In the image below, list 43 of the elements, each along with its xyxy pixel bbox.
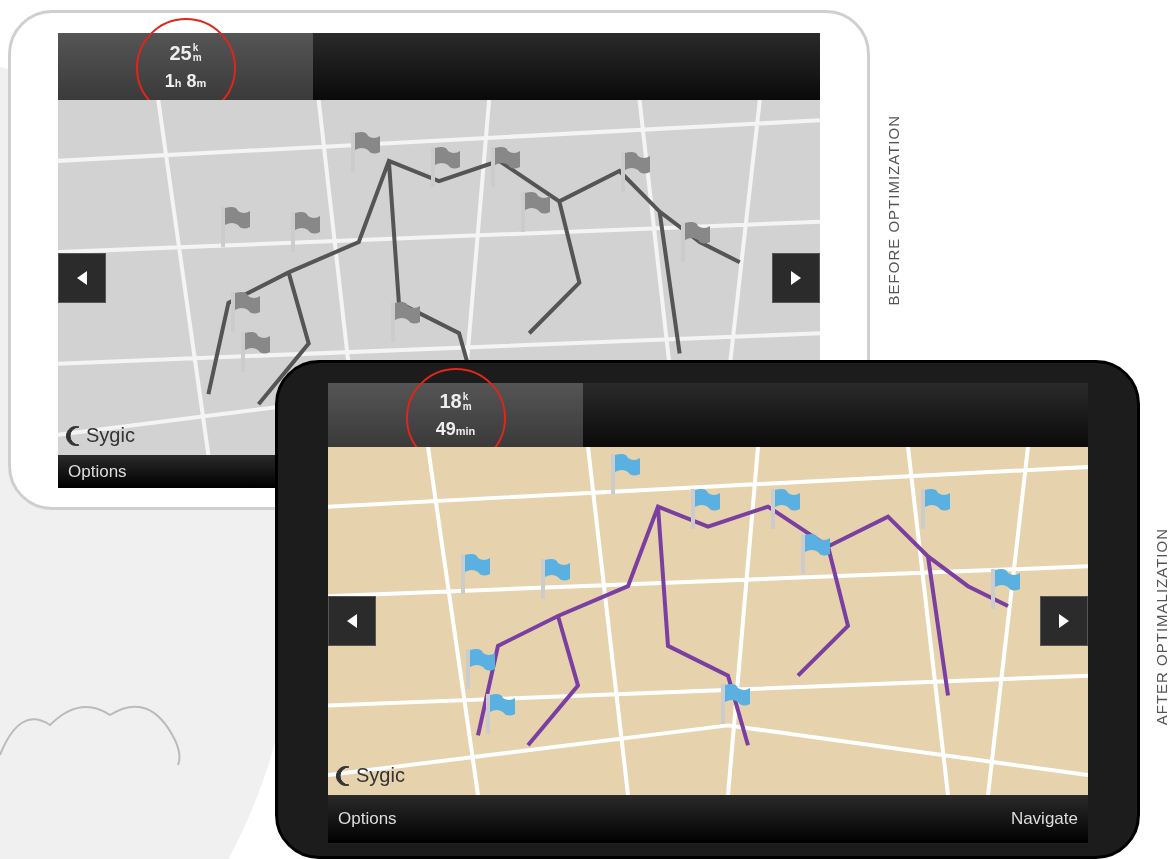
flag-icon [388, 300, 422, 344]
logo-text: Sygic [356, 764, 405, 787]
flag-icon [618, 150, 652, 194]
softkey-button[interactable]: Navigate [1008, 805, 1080, 833]
flag-icon [463, 647, 497, 691]
flag-icon [488, 145, 522, 189]
flag-icon [538, 557, 572, 601]
flag-icon [918, 487, 952, 531]
distance-unit-bottom: m [462, 401, 472, 412]
left-arrow-icon [75, 269, 89, 286]
softkey-button[interactable]: Options [336, 805, 399, 833]
caption: BEFORE OPTIMIZATION [885, 115, 902, 306]
flag-icon [688, 487, 722, 531]
flag-icon [348, 130, 382, 174]
flag-icon [238, 330, 272, 374]
flag-icon [288, 210, 322, 254]
softkey-button[interactable]: Options [66, 457, 129, 486]
flag-icon [228, 290, 262, 334]
flag-icon [718, 682, 752, 726]
flag-icon [798, 532, 832, 576]
flag-icon [483, 692, 517, 736]
next-button[interactable] [1040, 596, 1088, 646]
flag-icon [518, 190, 552, 234]
distance-unit-top: k [192, 43, 200, 53]
next-button[interactable] [772, 252, 820, 303]
flag-icon [458, 552, 492, 596]
distance-unit-top: k [462, 391, 470, 402]
flag-icon [608, 452, 642, 496]
left-arrow-icon [345, 613, 359, 629]
previous-button[interactable] [58, 252, 106, 303]
distance-value: 25 [169, 41, 192, 65]
right-arrow-icon [1057, 613, 1071, 629]
flag-icon [218, 205, 252, 249]
flag-icon [768, 487, 802, 531]
flag-icon [428, 145, 462, 189]
distance-value: 18 [439, 390, 462, 413]
logo-text: Sygic [86, 424, 135, 447]
flag-icon [988, 567, 1022, 611]
caption: AFTER OPTIMALIZATION [1153, 528, 1170, 726]
right-arrow-icon [789, 269, 803, 286]
flag-icon [678, 220, 712, 264]
distance-unit-bottom: m [192, 53, 202, 63]
previous-button[interactable] [328, 596, 376, 646]
